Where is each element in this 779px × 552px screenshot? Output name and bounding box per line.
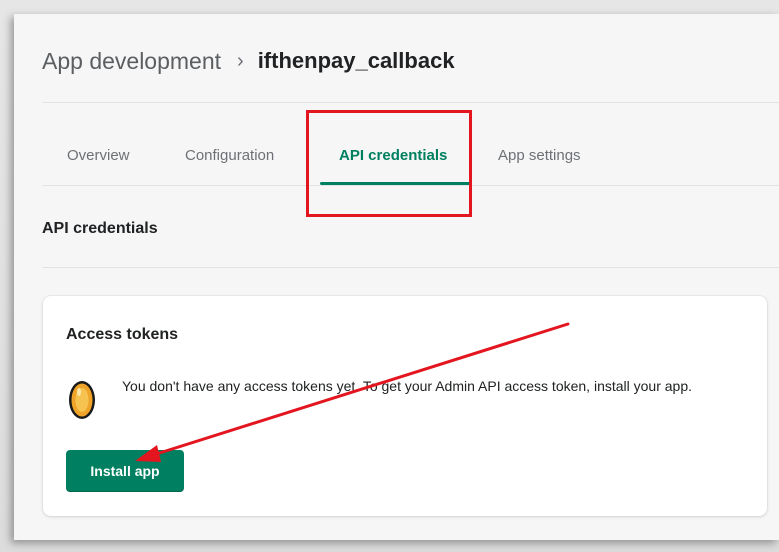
access-tokens-card: Access tokens You don't have any access …: [43, 296, 767, 516]
install-app-button[interactable]: Install app: [66, 450, 184, 492]
tab-configuration[interactable]: Configuration: [185, 122, 274, 186]
access-tokens-message: You don't have any access tokens yet. To…: [122, 378, 693, 394]
page-title: ifthenpay_callback: [257, 48, 455, 73]
card-title: Access tokens: [66, 326, 179, 343]
divider: [42, 102, 779, 103]
annotation-highlight-box: [306, 110, 472, 217]
breadcrumb-parent-link[interactable]: App development: [42, 48, 221, 75]
tab-overview[interactable]: Overview: [67, 122, 130, 186]
tab-app-settings[interactable]: App settings: [498, 122, 581, 186]
breadcrumb: App development › ifthenpay_callback: [42, 44, 455, 78]
chevron-right-icon: ›: [237, 49, 244, 72]
section-divider: [42, 267, 779, 268]
coin-icon: [69, 381, 95, 419]
section-title: API credentials: [42, 220, 158, 237]
app-window: App development › ifthenpay_callback Ove…: [14, 14, 779, 540]
